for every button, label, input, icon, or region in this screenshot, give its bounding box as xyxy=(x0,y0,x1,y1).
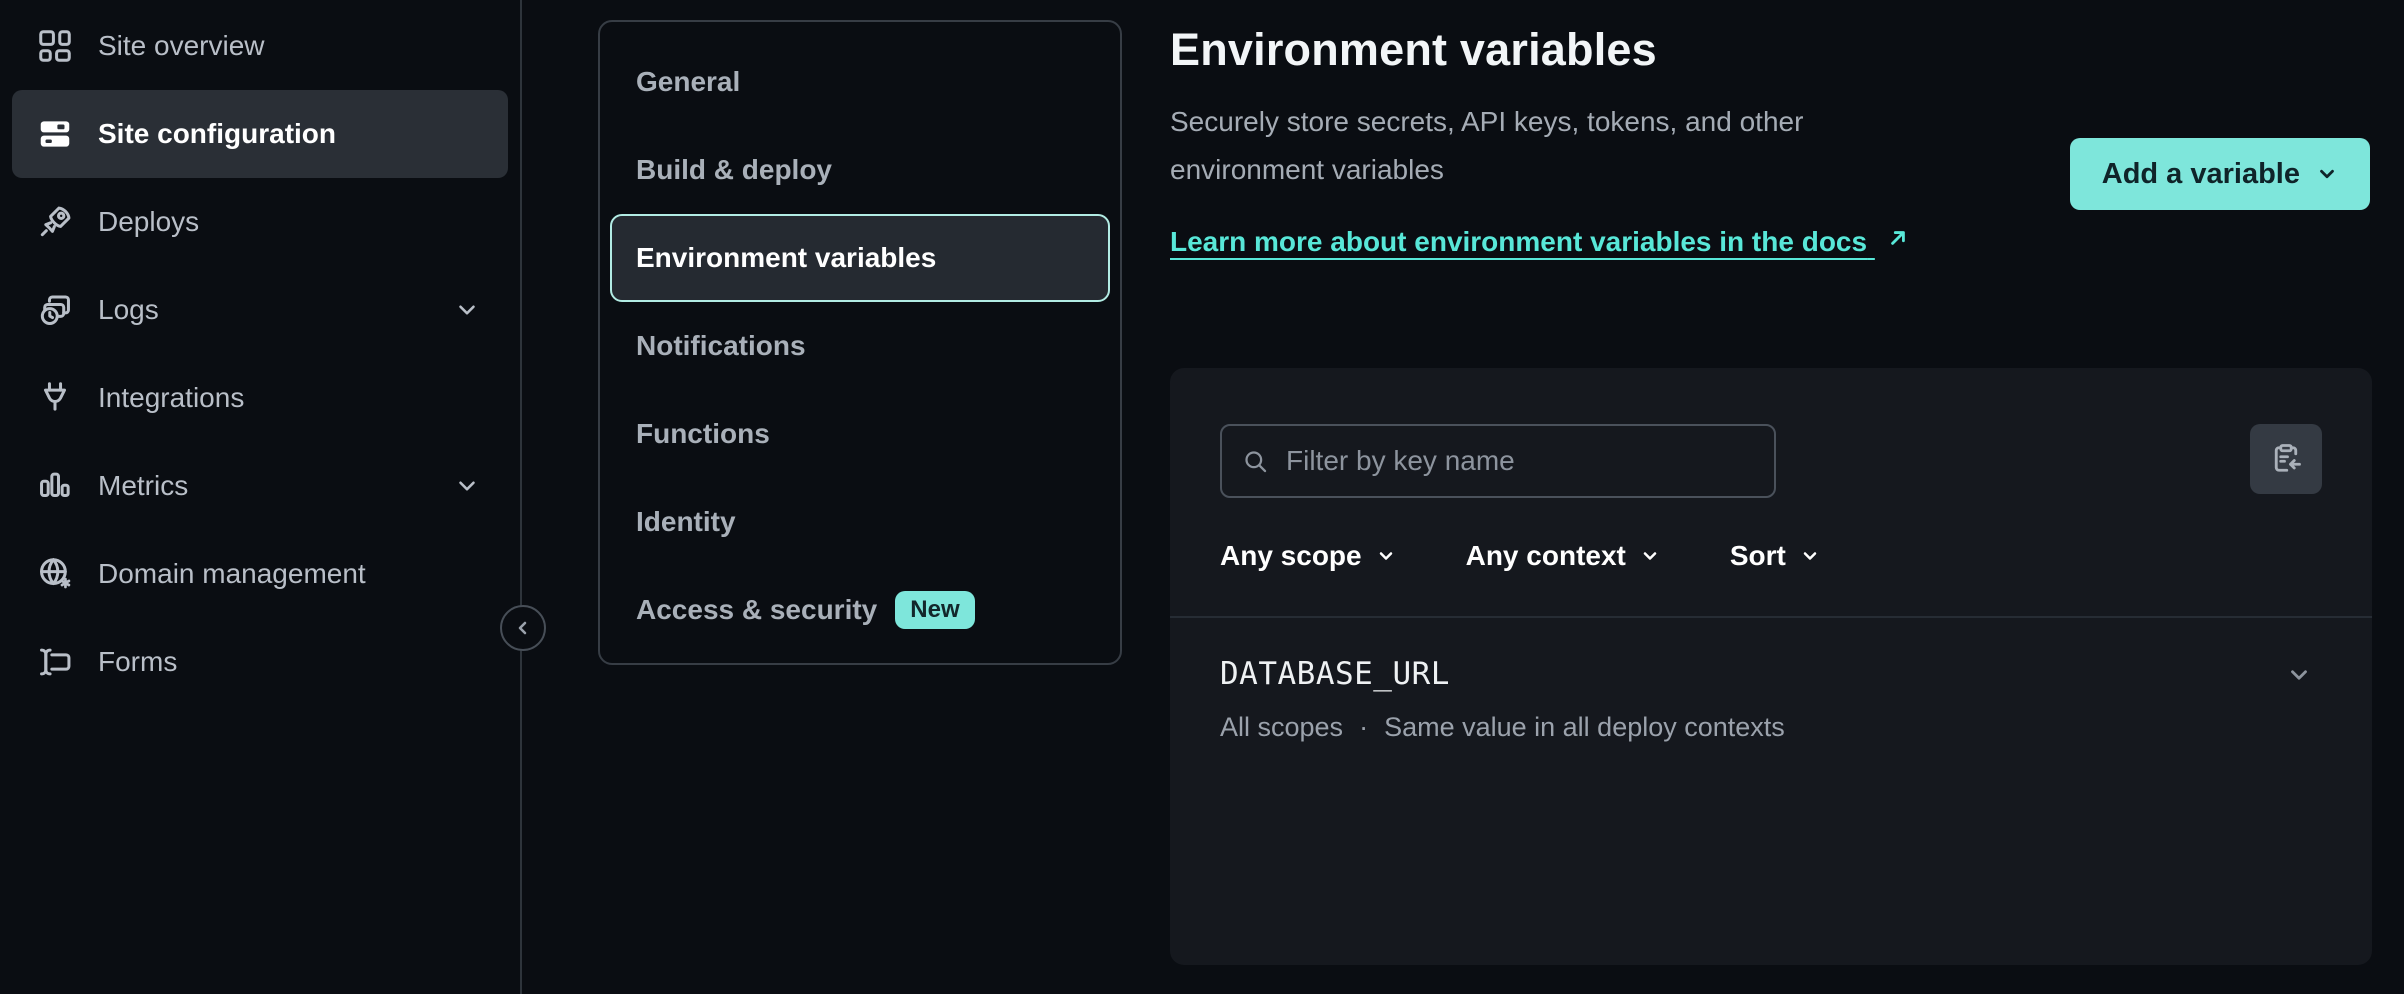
settings-nav-build-deploy[interactable]: Build & deploy xyxy=(610,126,1110,214)
nav-item-label: Build & deploy xyxy=(636,154,832,186)
plug-icon xyxy=(36,379,74,417)
environment-variables-page: Environment variables Securely store sec… xyxy=(1170,0,2372,994)
filter-by-key-input[interactable] xyxy=(1220,424,1776,498)
scope-filter-dropdown[interactable]: Any scope xyxy=(1220,540,1396,572)
settings-nav-general[interactable]: General xyxy=(610,38,1110,126)
server-stack-icon xyxy=(36,115,74,153)
sidebar-item-label: Integrations xyxy=(98,382,244,414)
site-sidebar: Site overview Site configuration Deploys xyxy=(0,0,522,994)
page-title: Environment variables xyxy=(1170,24,2372,76)
chevron-down-icon xyxy=(1376,546,1396,566)
chevron-down-icon xyxy=(1640,546,1660,566)
globe-icon xyxy=(36,555,74,593)
env-variable-key: DATABASE_URL xyxy=(1220,656,2322,692)
nav-item-label: Environment variables xyxy=(636,242,936,274)
context-filter-label: Any context xyxy=(1466,540,1626,572)
sidebar-item-label: Domain management xyxy=(98,558,366,590)
settings-nav-functions[interactable]: Functions xyxy=(610,390,1110,478)
sidebar-item-metrics[interactable]: Metrics xyxy=(12,442,508,530)
sidebar-item-label: Forms xyxy=(98,646,177,678)
sidebar-item-site-configuration[interactable]: Site configuration xyxy=(12,90,508,178)
sort-label: Sort xyxy=(1730,540,1786,572)
new-badge: New xyxy=(895,591,974,630)
sidebar-item-domain-management[interactable]: Domain management xyxy=(12,530,508,618)
search-icon xyxy=(1242,448,1269,475)
add-variable-label: Add a variable xyxy=(2102,158,2300,191)
add-variable-button[interactable]: Add a variable xyxy=(2070,138,2370,210)
settings-nav-identity[interactable]: Identity xyxy=(610,478,1110,566)
filter-input-wrap xyxy=(1220,424,1776,498)
nav-item-label: Access & security xyxy=(636,594,877,626)
chevron-down-icon xyxy=(1800,546,1820,566)
scope-filter-label: Any scope xyxy=(1220,540,1362,572)
docs-link[interactable]: Learn more about environment variables i… xyxy=(1170,218,1911,266)
settings-nav-card: General Build & deploy Environment varia… xyxy=(598,20,1122,665)
settings-nav-environment-variables[interactable]: Environment variables xyxy=(610,214,1110,302)
env-scopes-label: All scopes xyxy=(1220,712,1343,743)
sidebar-item-label: Site overview xyxy=(98,30,265,62)
meta-separator: · xyxy=(1359,712,1368,743)
clipboard-import-icon xyxy=(2268,441,2304,477)
form-input-icon xyxy=(36,643,74,681)
env-contexts-label: Same value in all deploy contexts xyxy=(1384,712,1785,743)
sidebar-item-deploys[interactable]: Deploys xyxy=(12,178,508,266)
sidebar-item-logs[interactable]: Logs xyxy=(12,266,508,354)
filter-dropdown-row: Any scope Any context Sort xyxy=(1220,540,2322,572)
logs-clock-icon xyxy=(36,291,74,329)
sidebar-item-label: Metrics xyxy=(98,470,188,502)
sidebar-item-forms[interactable]: Forms xyxy=(12,618,508,706)
nav-item-label: General xyxy=(636,66,740,98)
chevron-down-icon xyxy=(454,297,480,323)
nav-item-label: Functions xyxy=(636,418,770,450)
rocket-icon xyxy=(36,203,74,241)
bar-chart-icon xyxy=(36,467,74,505)
env-variable-row[interactable]: DATABASE_URL All scopes · Same value in … xyxy=(1220,618,2322,743)
context-filter-dropdown[interactable]: Any context xyxy=(1466,540,1660,572)
chevron-down-icon xyxy=(454,473,480,499)
docs-link-label: Learn more about environment variables i… xyxy=(1170,226,1867,257)
env-variable-meta: All scopes · Same value in all deploy co… xyxy=(1220,712,2322,743)
nav-item-label: Notifications xyxy=(636,330,806,362)
env-variables-panel: Any scope Any context Sort DATABASE_URL xyxy=(1170,368,2372,965)
import-env-button[interactable] xyxy=(2250,424,2322,494)
sidebar-item-site-overview[interactable]: Site overview xyxy=(12,2,508,90)
external-link-icon xyxy=(1885,225,1911,251)
chevron-down-icon xyxy=(2316,163,2338,185)
dashboard-grid-icon xyxy=(36,27,74,65)
row-expand-chevron-icon[interactable] xyxy=(2286,662,2312,688)
settings-nav-notifications[interactable]: Notifications xyxy=(610,302,1110,390)
sidebar-item-label: Logs xyxy=(98,294,159,326)
sidebar-item-integrations[interactable]: Integrations xyxy=(12,354,508,442)
sort-dropdown[interactable]: Sort xyxy=(1730,540,1820,572)
sidebar-item-label: Deploys xyxy=(98,206,199,238)
page-description: Securely store secrets, API keys, tokens… xyxy=(1170,98,1945,194)
filter-row xyxy=(1220,424,2322,498)
chevron-left-icon xyxy=(511,616,535,640)
sidebar-collapse-button[interactable] xyxy=(500,605,546,651)
nav-item-label: Identity xyxy=(636,506,736,538)
settings-nav-access-security[interactable]: Access & security New xyxy=(610,566,1110,654)
sidebar-item-label: Site configuration xyxy=(98,118,336,150)
